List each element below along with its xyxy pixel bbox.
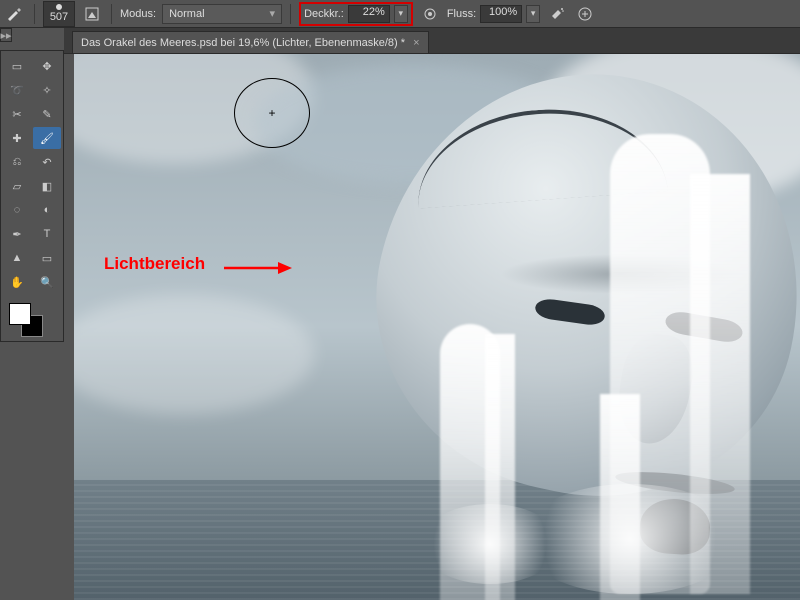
opacity-dropdown[interactable]: ▾: [394, 5, 408, 23]
tool-marquee[interactable]: ▭: [3, 55, 31, 77]
flow-group: Fluss: 100% ▾: [447, 5, 540, 23]
tools-panel: ▭✥➰✧✂✎✚🖌⎌↶▱◧◌◐✒T▲▭✋🔍: [0, 50, 64, 342]
tool-shape[interactable]: ▭: [33, 247, 61, 269]
tool-move[interactable]: ✥: [33, 55, 61, 77]
tool-magic-wand[interactable]: ✧: [33, 79, 61, 101]
opacity-group-highlight: Deckkr.: 22% ▾: [299, 2, 413, 26]
brush-preset-picker[interactable]: 507: [43, 1, 75, 27]
pressure-opacity-icon[interactable]: [419, 3, 441, 25]
document-tabbar: Das Orakel des Meeres.psd bei 19,6% (Lic…: [64, 28, 800, 54]
color-swatches[interactable]: [3, 301, 61, 337]
annotation-label: Lichtbereich: [104, 254, 205, 274]
blend-mode-select[interactable]: Normal: [162, 4, 282, 24]
tool-type[interactable]: T: [33, 223, 61, 245]
brush-size: 507: [50, 11, 68, 23]
tool-blur[interactable]: ◌: [3, 199, 31, 221]
tool-eraser[interactable]: ▱: [3, 175, 31, 197]
tool-crop[interactable]: ✂: [3, 103, 31, 125]
tool-path-select[interactable]: ▲: [3, 247, 31, 269]
artwork-cloud: [74, 294, 314, 414]
tool-lasso[interactable]: ➰: [3, 79, 31, 101]
foreground-color-swatch[interactable]: [9, 303, 31, 325]
document-title: Das Orakel des Meeres.psd bei 19,6% (Lic…: [81, 37, 405, 49]
flow-input[interactable]: 100%: [480, 5, 522, 23]
panel-collapse-toggle[interactable]: ▸▸: [0, 28, 12, 42]
airbrush-icon[interactable]: [546, 3, 568, 25]
current-tool-icon: [4, 3, 26, 25]
mode-label: Modus:: [120, 8, 156, 20]
annotation-arrow-icon: [224, 258, 294, 278]
tool-clone-stamp[interactable]: ⎌: [3, 151, 31, 173]
brush-cursor: [234, 78, 310, 148]
document-tab[interactable]: Das Orakel des Meeres.psd bei 19,6% (Lic…: [72, 31, 429, 53]
tool-history-brush[interactable]: ↶: [33, 151, 61, 173]
tool-hand[interactable]: ✋: [3, 271, 31, 293]
flow-dropdown[interactable]: ▾: [526, 5, 540, 23]
pressure-size-icon[interactable]: [574, 3, 596, 25]
options-bar: 507 Modus: Normal Deckkr.: 22% ▾ Fluss: …: [0, 0, 800, 28]
opacity-input[interactable]: 22%: [348, 5, 390, 23]
artwork-head: [320, 74, 800, 594]
close-icon[interactable]: ×: [413, 37, 419, 49]
tool-dodge[interactable]: ◐: [33, 199, 61, 221]
tool-healing-brush[interactable]: ✚: [3, 127, 31, 149]
flow-label: Fluss:: [447, 8, 476, 20]
brush-panel-icon[interactable]: [81, 3, 103, 25]
tool-pen[interactable]: ✒: [3, 223, 31, 245]
tool-zoom[interactable]: 🔍: [33, 271, 61, 293]
tool-gradient[interactable]: ◧: [33, 175, 61, 197]
canvas-viewport[interactable]: Lichtbereich: [74, 54, 800, 600]
opacity-label: Deckkr.:: [304, 8, 344, 20]
tool-eyedropper[interactable]: ✎: [33, 103, 61, 125]
tool-brush[interactable]: 🖌: [33, 127, 61, 149]
